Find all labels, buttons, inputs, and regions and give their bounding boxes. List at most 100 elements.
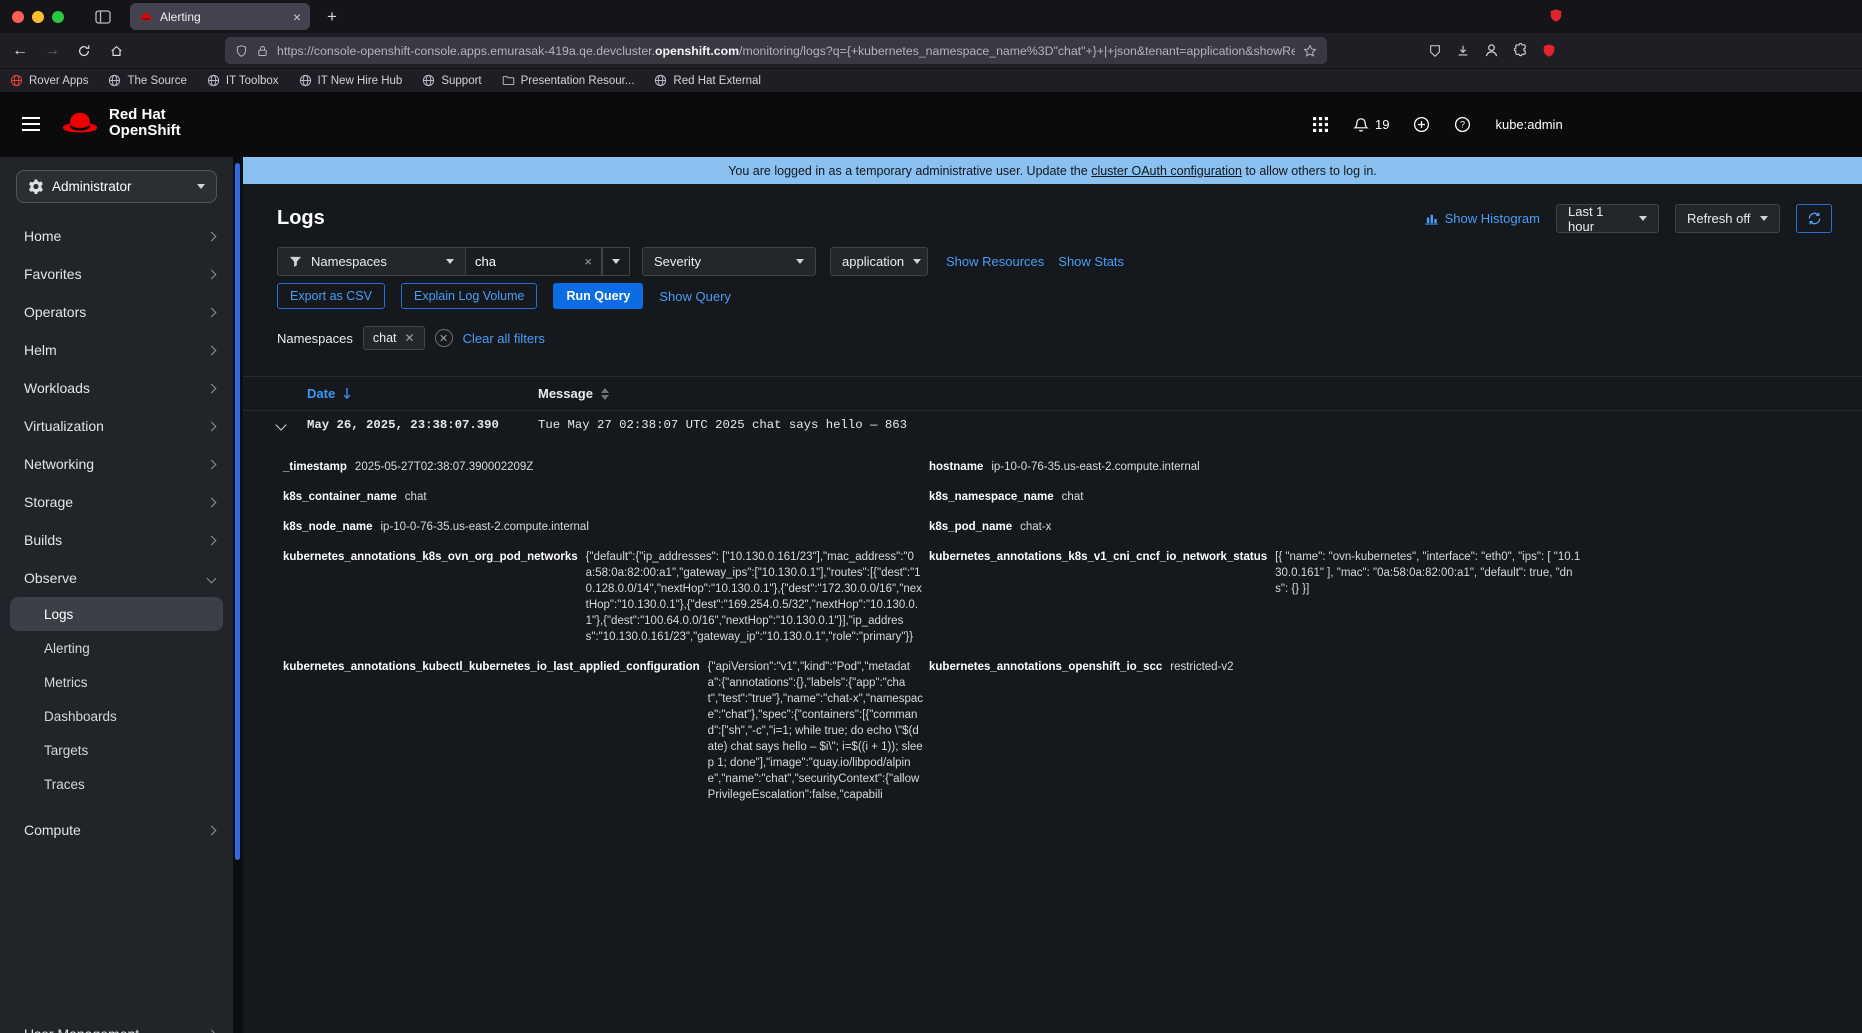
sidebar-item-traces[interactable]: Traces — [0, 767, 233, 801]
detail-field: kubernetes_annotations_k8s_ovn_org_pod_n… — [283, 551, 922, 643]
notifications-button[interactable]: 19 — [1353, 117, 1389, 133]
bookmark-rover-apps[interactable]: Rover Apps — [10, 74, 88, 87]
detail-field: hostname ip-10-0-76-35.us-east-2.compute.… — [929, 461, 1200, 473]
chevron-right-icon — [206, 459, 217, 469]
quick-create-plus-icon[interactable] — [1413, 116, 1430, 133]
sidebar-item-alerting[interactable]: Alerting — [0, 631, 233, 665]
gear-icon — [29, 179, 43, 194]
sidebar-item-observe[interactable]: Observe — [0, 559, 233, 597]
detail-field: k8s_pod_name chat-x — [929, 521, 1052, 533]
clear-all-filters-link[interactable]: Clear all filters — [463, 331, 545, 346]
sidebar-item-user-management[interactable]: User Management — [0, 1015, 233, 1033]
page-title: Logs — [277, 207, 325, 229]
reload-button[interactable] — [70, 37, 98, 65]
scrollbar-track — [233, 157, 243, 1033]
bookmark-it-new-hire-hub[interactable]: IT New Hire Hub — [299, 74, 402, 87]
column-header-date[interactable]: Date — [307, 386, 538, 401]
show-stats-link[interactable]: Show Stats — [1058, 254, 1124, 269]
refresh-now-button[interactable] — [1796, 204, 1832, 233]
shield-icon[interactable] — [235, 44, 248, 58]
filter-suggestions-toggle[interactable] — [602, 247, 630, 276]
detail-field: kubernetes_annotations_openshift_io_scc r… — [929, 661, 1234, 673]
perspective-label: Administrator — [52, 179, 132, 194]
url-text: https://console-openshift-console.apps.e… — [277, 43, 1295, 58]
detail-field: kubernetes_annotations_kubectl_kubernete… — [283, 661, 923, 801]
clear-chip-group-icon[interactable]: ✕ — [434, 329, 453, 347]
ublock-shield-icon[interactable] — [1542, 43, 1556, 58]
app-launcher-grid-icon[interactable] — [1312, 116, 1329, 133]
log-row[interactable]: May 26, 2025, 23:38:07.390 Tue May 27 02… — [243, 411, 1862, 438]
chevron-down-icon — [796, 259, 804, 264]
nav-toggle-hamburger-icon[interactable] — [22, 117, 40, 131]
namespace-filter-input[interactable] — [466, 254, 576, 269]
tenant-dropdown[interactable]: application — [830, 247, 928, 276]
bookmark-the-source[interactable]: The Source — [108, 74, 187, 87]
show-resources-link[interactable]: Show Resources — [946, 254, 1044, 269]
attribute-filter-dropdown[interactable]: Namespaces — [277, 247, 466, 276]
openshift-masthead: Red Hat OpenShift 19 ? kube:admin — [0, 92, 1862, 157]
column-header-message[interactable]: Message — [538, 386, 609, 401]
save-to-pocket-icon[interactable] — [1428, 44, 1442, 58]
remove-chip-icon[interactable]: ✕ — [405, 331, 415, 345]
tab-close-icon[interactable]: × — [293, 9, 301, 25]
help-question-icon[interactable]: ? — [1454, 116, 1471, 133]
export-csv-button[interactable]: Export as CSV — [277, 283, 385, 309]
sidebar-item-home[interactable]: Home — [0, 217, 233, 255]
red-fedora-icon — [62, 112, 98, 132]
window-close-button[interactable] — [12, 10, 24, 23]
downloads-icon[interactable] — [1456, 44, 1470, 58]
url-bar[interactable]: https://console-openshift-console.apps.e… — [225, 37, 1327, 64]
sidebar-item-logs[interactable]: Logs — [10, 597, 223, 631]
cluster-oauth-configuration-link[interactable]: cluster OAuth configuration — [1091, 164, 1242, 178]
lock-icon[interactable] — [256, 44, 269, 58]
sidebar-item-virtualization[interactable]: Virtualization — [0, 407, 233, 445]
severity-dropdown[interactable]: Severity — [642, 247, 816, 276]
sidebar-item-helm[interactable]: Helm — [0, 331, 233, 369]
window-zoom-button[interactable] — [52, 10, 64, 23]
perspective-switcher[interactable]: Administrator — [16, 170, 217, 203]
scrollbar-thumb[interactable] — [235, 163, 240, 860]
extensions-puzzle-icon[interactable] — [1513, 43, 1528, 58]
sidebar-item-operators[interactable]: Operators — [0, 293, 233, 331]
time-range-select[interactable]: Last 1 hour — [1556, 204, 1659, 234]
globe-icon — [108, 74, 121, 87]
bookmark-star-icon[interactable] — [1303, 43, 1317, 58]
sidebar-item-compute[interactable]: Compute — [0, 811, 233, 849]
log-details: _timestamp 2025-05-27T02:38:07.390002209Z… — [243, 438, 1862, 810]
show-query-link[interactable]: Show Query — [659, 289, 731, 304]
clear-input-icon[interactable]: × — [575, 254, 601, 269]
window-minimize-button[interactable] — [32, 10, 44, 23]
folder-icon — [502, 74, 515, 87]
chevron-right-icon — [206, 383, 217, 393]
bookmark-presentation-resources[interactable]: Presentation Resour... — [502, 74, 634, 87]
sidebar-item-storage[interactable]: Storage — [0, 483, 233, 521]
row-expander[interactable] — [275, 416, 307, 434]
home-button[interactable] — [102, 37, 130, 65]
run-query-button[interactable]: Run Query — [553, 283, 644, 309]
extension-shield-icon[interactable] — [1549, 8, 1563, 23]
sidebar-item-dashboards[interactable]: Dashboards — [0, 699, 233, 733]
sidebar-item-builds[interactable]: Builds — [0, 521, 233, 559]
user-menu[interactable]: kube:admin — [1495, 117, 1562, 132]
bookmark-it-toolbox[interactable]: IT Toolbox — [207, 74, 279, 87]
browser-tab[interactable]: Alerting × — [130, 3, 310, 30]
globe-icon — [10, 74, 23, 87]
sidebar-item-workloads[interactable]: Workloads — [0, 369, 233, 407]
new-tab-button[interactable]: + — [320, 7, 344, 27]
account-icon[interactable] — [1484, 43, 1499, 58]
bookmark-red-hat-external[interactable]: Red Hat External — [654, 74, 761, 87]
namespace-filter-field: × — [466, 247, 602, 276]
show-histogram-link[interactable]: Show Histogram — [1424, 211, 1540, 226]
sidebar-item-targets[interactable]: Targets — [0, 733, 233, 767]
bookmark-support[interactable]: Support — [422, 74, 482, 87]
firefox-view-icon[interactable] — [90, 6, 116, 28]
explain-log-volume-button[interactable]: Explain Log Volume — [400, 283, 538, 309]
sidebar-item-metrics[interactable]: Metrics — [0, 665, 233, 699]
sidebar-item-networking[interactable]: Networking — [0, 445, 233, 483]
namespace-chip[interactable]: chat ✕ — [362, 326, 425, 350]
refresh-interval-select[interactable]: Refresh off — [1675, 204, 1780, 233]
sidebar-item-favorites[interactable]: Favorites — [0, 255, 233, 293]
back-button[interactable]: ← — [6, 37, 34, 65]
svg-text:?: ? — [1460, 120, 1465, 130]
forward-button[interactable]: → — [38, 37, 66, 65]
